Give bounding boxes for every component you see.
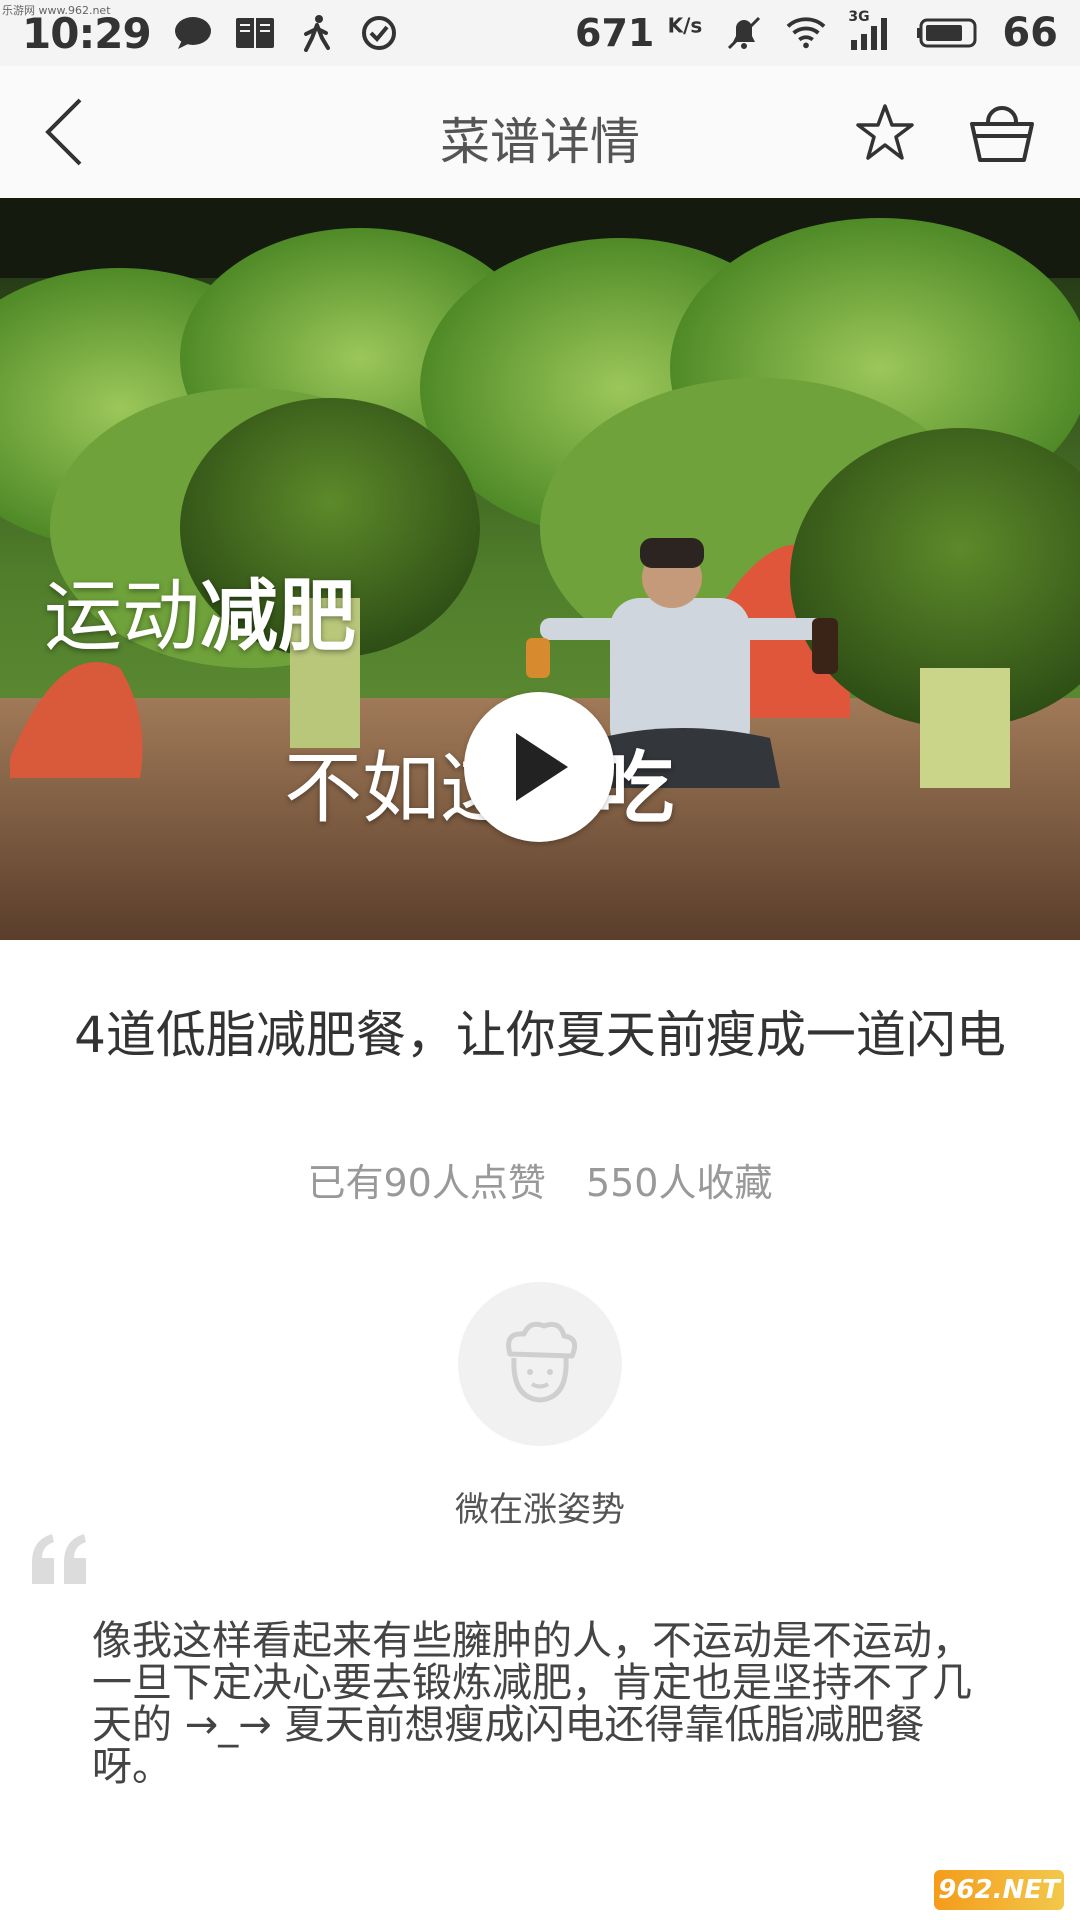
recipe-description: 像我这样看起来有些臃肿的人，不运动是不运动，一旦下定决心要去锻炼减肥，肯定也是坚… xyxy=(92,1618,972,1790)
signal-3g-icon: 3G xyxy=(848,9,894,53)
play-icon xyxy=(516,733,568,801)
author-avatar[interactable] xyxy=(458,1282,622,1446)
chat-icon xyxy=(173,13,213,53)
recipe-stats: 已有90人点赞 550人收藏 xyxy=(0,1152,1080,1207)
overlay-text-line1: 运动减肥 xyxy=(44,572,357,662)
check-circle-icon xyxy=(359,13,399,53)
top-nav-bar: 菜谱详情 xyxy=(0,66,1080,198)
author-name[interactable]: 微在涨姿势 xyxy=(0,1482,1080,1531)
chef-icon xyxy=(506,1321,578,1403)
recipe-video[interactable]: 运动减肥 不如这样吃 xyxy=(0,198,1080,940)
site-watermark: 962.NET xyxy=(934,1870,1064,1910)
play-button[interactable] xyxy=(464,692,614,842)
quote-icon xyxy=(32,1534,86,1584)
star-icon xyxy=(856,104,914,160)
battery-icon xyxy=(916,13,980,53)
watermark-text: 乐游网 www.962.net xyxy=(2,4,111,17)
recipe-title: 4道低脂减肥餐，让你夏天前瘦成一道闪电 xyxy=(74,1006,1006,1064)
network-speed: 671 K/s xyxy=(575,11,703,55)
mute-bell-icon xyxy=(724,13,764,53)
status-bar: 乐游网 www.962.net 10:29 671 K/s 3G 66 xyxy=(0,0,1080,66)
likes-count: 已有90人点赞 xyxy=(307,1161,546,1205)
favorites-count: 550人收藏 xyxy=(585,1161,773,1205)
favorite-button[interactable] xyxy=(852,100,918,166)
battery-level: 66 xyxy=(1002,10,1058,56)
basket-button[interactable] xyxy=(966,96,1038,168)
page-title: 菜谱详情 xyxy=(440,113,640,171)
wifi-icon xyxy=(786,13,826,53)
book-icon xyxy=(235,13,275,53)
basket-icon xyxy=(970,106,1034,162)
walking-icon xyxy=(297,13,337,53)
